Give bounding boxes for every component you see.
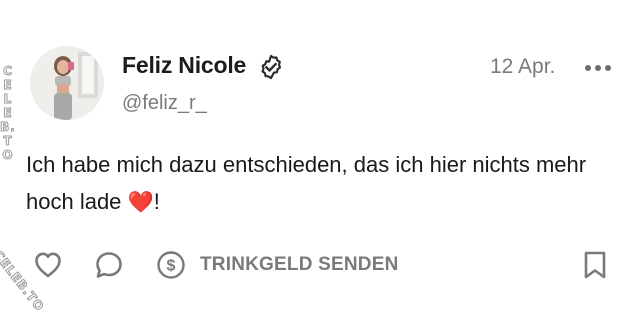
verified-badge-icon [261,54,282,80]
watermark-left: CELEB.TO [0,64,16,163]
avatar[interactable] [30,46,104,120]
bookmark-icon[interactable] [582,250,608,280]
comment-bubble-icon[interactable] [94,250,124,280]
author-handle[interactable]: @feliz_r_ [122,92,207,115]
avatar-photo [30,46,104,120]
post-text: Ich habe mich dazu entschieden, das ich … [26,146,626,221]
post-date[interactable]: 12 Apr. [490,55,555,79]
post-text-end: ! [153,189,160,214]
red-heart-emoji: ❤️ [127,191,154,214]
post-card: Feliz Nicole @feliz_r_ 12 Apr. Ich habe … [0,0,640,314]
dollar-circle-icon: $ [157,251,185,279]
send-tip-button[interactable]: $ TRINKGELD SENDEN [156,249,399,281]
action-bar: $ TRINKGELD SENDEN [0,246,640,292]
heart-icon[interactable] [34,250,62,280]
svg-text:$: $ [167,258,176,275]
more-dots-icon[interactable] [582,58,614,78]
post-text-body: Ich habe mich dazu entschieden, das ich … [26,152,587,214]
send-tip-label: TRINKGELD SENDEN [200,254,399,275]
author-name[interactable]: Feliz Nicole [122,52,246,79]
